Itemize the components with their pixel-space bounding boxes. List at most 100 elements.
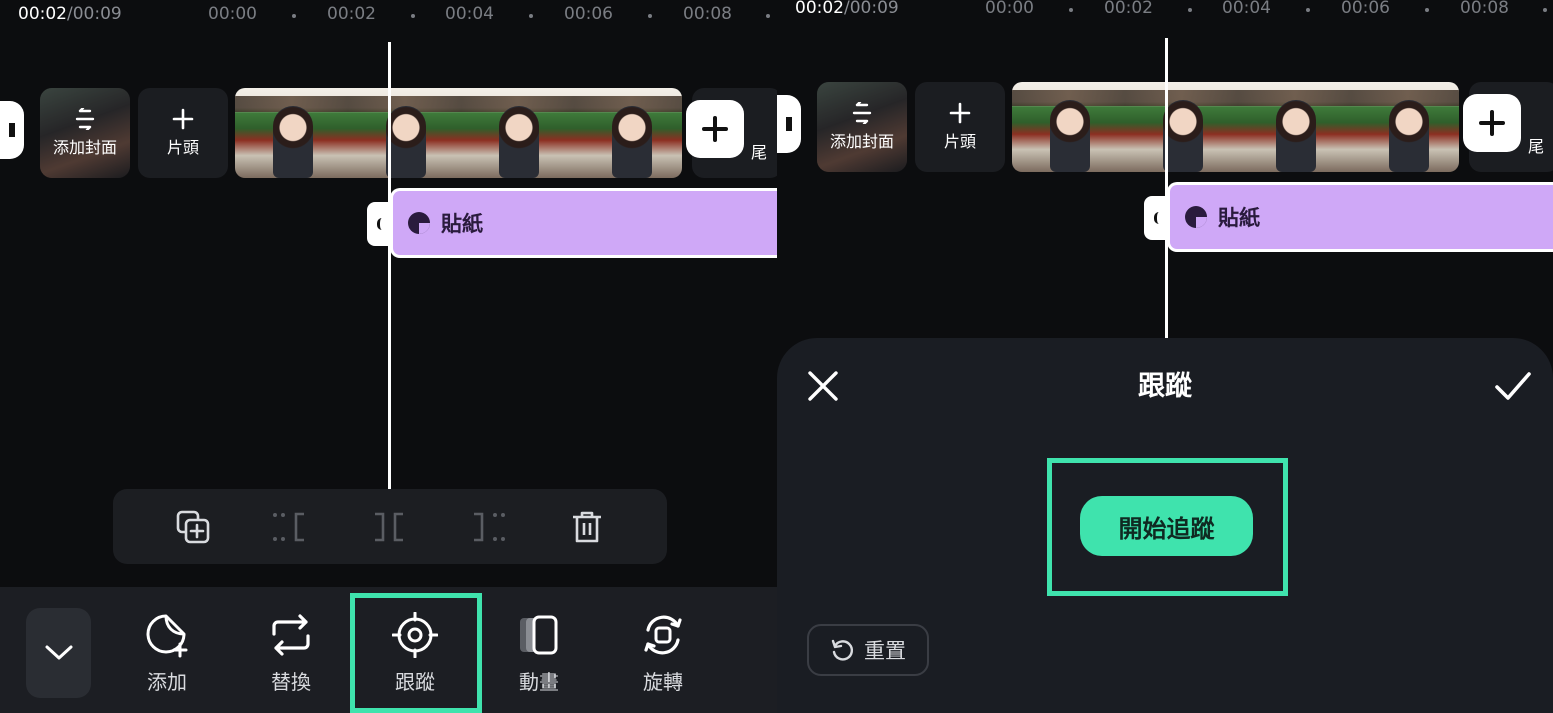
ruler-tick: 00:00: [208, 4, 257, 24]
delete-icon: [573, 511, 601, 543]
ruler-tick: 00:00: [985, 0, 1034, 18]
add-intro-button[interactable]: 片頭: [138, 88, 228, 178]
video-clip[interactable]: [1012, 82, 1459, 172]
ruler-dot: [1188, 8, 1192, 12]
split-right-button: [468, 507, 508, 547]
editor-panel-right: 00:02/00:09 00:00 00:02 00:04 00:06 00:0…: [777, 0, 1553, 713]
ruler-tick: 00:08: [1460, 0, 1509, 18]
ruler-tick: 00:06: [564, 4, 613, 24]
split-right-icon: [474, 512, 505, 542]
add-cover-button[interactable]: 添加封面: [817, 82, 907, 172]
tracking-sheet: 跟蹤 開始追蹤 重置: [777, 338, 1553, 713]
add-outro-label: 尾: [750, 143, 767, 162]
ruler-dot: [648, 14, 652, 18]
reset-icon: [831, 639, 854, 661]
ruler-dot: [292, 14, 296, 18]
ruler-dot: [766, 14, 770, 18]
sticker-label: 貼紙: [1218, 206, 1260, 230]
start-tracking-highlight: [1047, 458, 1288, 596]
playhead[interactable]: [1165, 38, 1168, 338]
add-intro-label: 片頭: [166, 138, 199, 157]
plus-icon: [1479, 110, 1505, 136]
add-outro-label: 尾: [1527, 137, 1544, 156]
add-clip-button[interactable]: [686, 100, 744, 158]
ruler-dot: [1306, 8, 1310, 12]
ruler-tick: 00:06: [1341, 0, 1390, 18]
animation-icon: [520, 615, 558, 655]
split-left-button: [270, 507, 310, 547]
sticker-add-icon: [146, 614, 188, 658]
clip-thumbnail: [1351, 82, 1459, 172]
track-tool-highlight: [350, 593, 482, 713]
tool-rotate[interactable]: 旋轉: [613, 612, 713, 708]
add-clip-button[interactable]: [1463, 94, 1521, 152]
add-cover-button[interactable]: 添加封面: [40, 88, 130, 178]
add-intro-label: 片頭: [943, 132, 976, 151]
swap-vertical-icon: [852, 102, 872, 124]
clip-thumbnail: [235, 88, 348, 178]
clip-thumbnail: [1012, 82, 1125, 172]
sticker-track-clip[interactable]: 貼紙: [390, 188, 777, 258]
ruler-tick: 00:08: [683, 4, 732, 24]
tool-add-label: 添加: [147, 670, 187, 694]
sticker-icon: [408, 212, 430, 234]
sheet-title: 跟蹤: [1138, 371, 1192, 402]
clip-thumbnail: [1238, 82, 1351, 172]
current-time: 00:02: [18, 4, 67, 24]
total-time: /00:09: [67, 4, 122, 24]
tool-animation[interactable]: 動畫: [489, 612, 589, 708]
split-icon: [375, 512, 403, 542]
editor-panel-left: 00:02/00:09 00:00 00:02 00:04 00:06 00:0…: [0, 0, 777, 713]
clip-thumbnail: [348, 88, 461, 178]
ruler-tick: 00:04: [445, 4, 494, 24]
track-mute-toggle[interactable]: [0, 101, 24, 159]
playhead[interactable]: [388, 42, 391, 489]
sticker-icon: [1185, 206, 1207, 228]
timeline-ruler: 00:02/00:09 00:00 00:02 00:04 00:06 00:0…: [777, 0, 1553, 34]
ruler-tick: 00:04: [1222, 0, 1271, 18]
time-readout: 00:02/00:09: [18, 4, 122, 24]
delete-button[interactable]: [567, 507, 607, 547]
clip-thumbnail: [461, 88, 574, 178]
collapse-button[interactable]: [26, 608, 91, 698]
pause-icon: [786, 117, 792, 131]
sticker-label: 貼紙: [441, 212, 483, 236]
add-intro-button[interactable]: 片頭: [915, 82, 1005, 172]
ruler-dot: [529, 14, 533, 18]
split-button: [369, 507, 409, 547]
video-clip[interactable]: [235, 88, 682, 178]
sticker-track-clip[interactable]: 貼紙: [1167, 182, 1553, 252]
current-time: 00:02: [795, 0, 844, 18]
split-left-icon: [273, 512, 304, 542]
ruler-dot: [1425, 8, 1429, 12]
add-cover-label: 添加封面: [829, 132, 894, 151]
swap-vertical-icon: [75, 108, 95, 130]
confirm-check-icon[interactable]: [1493, 368, 1533, 404]
reset-label: 重置: [864, 639, 906, 663]
pause-icon: [9, 123, 15, 137]
ruler-tick: 00:02: [1104, 0, 1153, 18]
tool-animation-label: 動畫: [519, 670, 559, 694]
plus-icon: [172, 108, 194, 130]
replace-icon: [272, 614, 310, 656]
ruler-dot: [1069, 8, 1073, 12]
track-mute-toggle[interactable]: [777, 95, 801, 153]
ruler-dot: [1543, 8, 1547, 12]
duplicate-button[interactable]: [173, 507, 213, 547]
total-time: /00:09: [844, 0, 899, 18]
reset-button[interactable]: 重置: [807, 624, 929, 676]
duplicate-icon: [176, 510, 210, 544]
add-cover-label: 添加封面: [52, 138, 117, 157]
plus-icon: [702, 116, 728, 142]
rotate-icon: [644, 615, 682, 655]
ruler-dot: [411, 14, 415, 18]
time-readout: 00:02/00:09: [795, 0, 899, 18]
chevron-down-icon: [45, 645, 72, 660]
tool-replace-label: 替換: [271, 670, 311, 694]
plus-icon: [949, 102, 971, 124]
clip-edit-toolbar: [113, 489, 667, 564]
clip-thumbnail: [574, 88, 682, 178]
tool-replace[interactable]: 替換: [241, 612, 341, 708]
tool-add[interactable]: 添加: [117, 612, 217, 708]
tool-rotate-label: 旋轉: [643, 670, 683, 694]
